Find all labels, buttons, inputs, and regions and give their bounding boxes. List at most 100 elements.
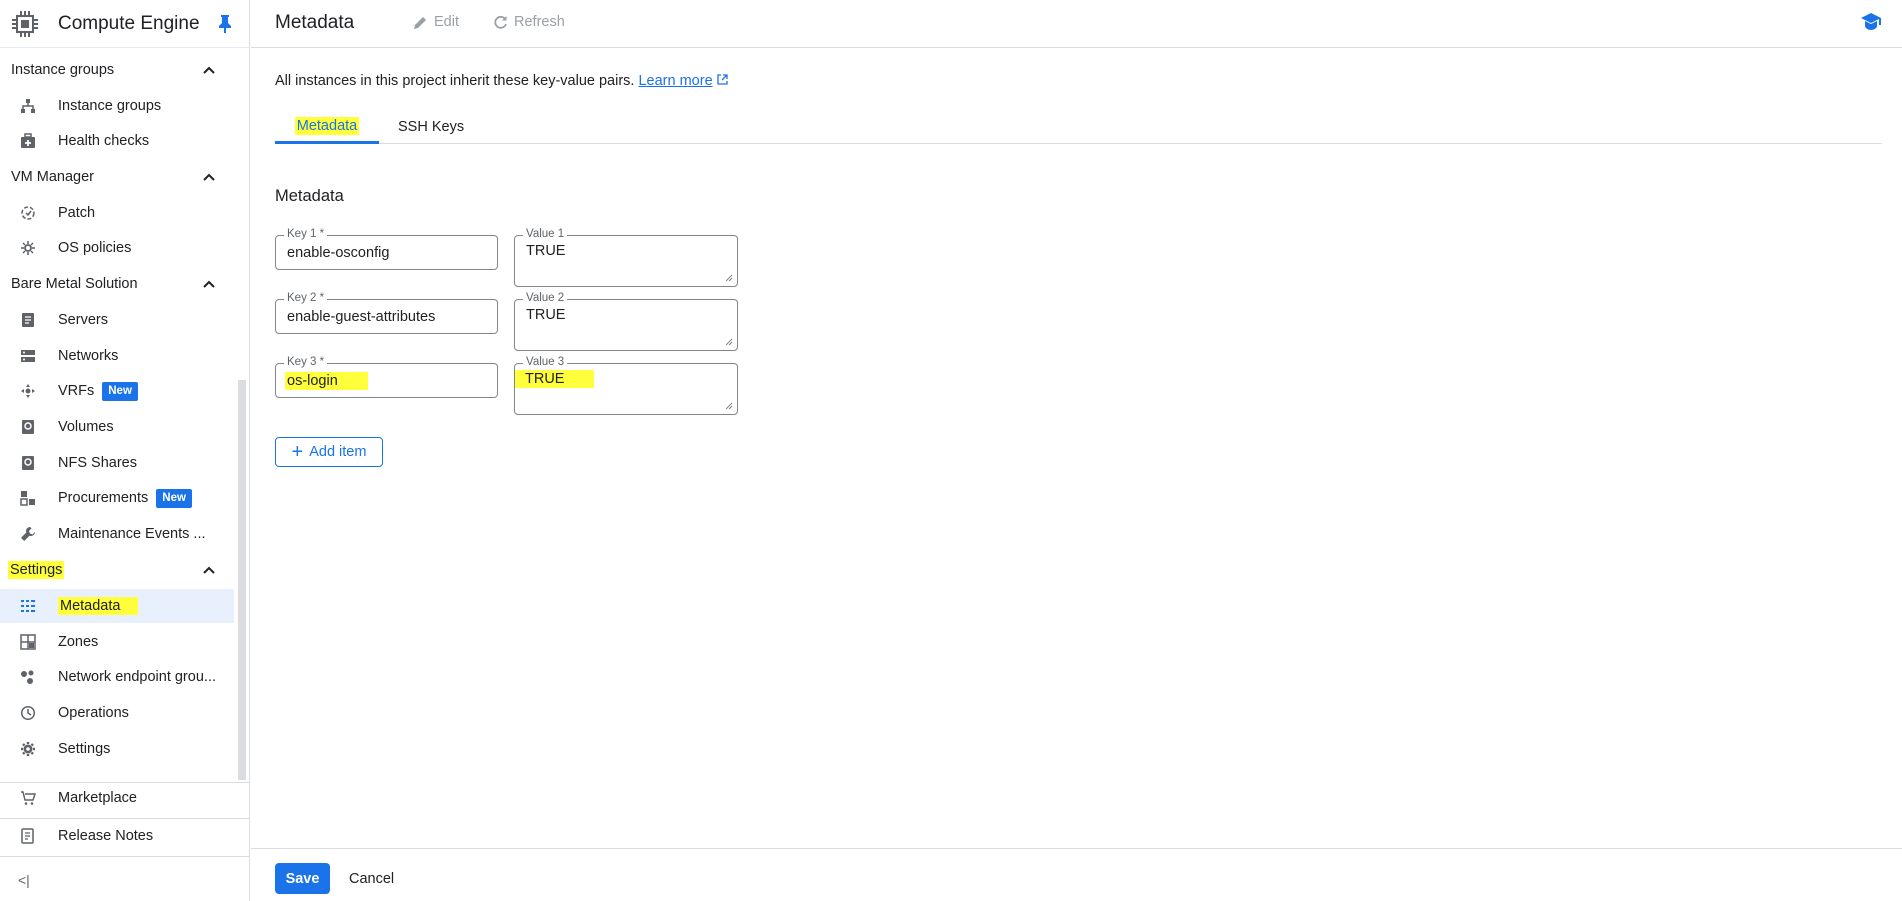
value-1-field[interactable]: Value 1 TRUE	[514, 228, 738, 287]
field-value: TRUE	[515, 370, 595, 388]
school-icon[interactable]	[1860, 12, 1882, 35]
sidebar-item-label: Instance groups	[58, 98, 162, 114]
refresh-button[interactable]: Refresh	[493, 14, 565, 30]
save-button[interactable]: Save	[275, 863, 330, 894]
sidebar-item-settings[interactable]: Settings	[0, 732, 234, 766]
add-item-label: Add item	[309, 444, 367, 460]
refresh-label: Refresh	[514, 14, 565, 30]
sidebar-item-release-notes[interactable]: Release Notes	[0, 819, 234, 853]
field-label: Value 1	[523, 228, 568, 240]
collapse-sidebar-icon[interactable]: <|	[18, 872, 30, 888]
value-2-field[interactable]: Value 2 TRUE	[514, 292, 738, 351]
field-value: os-login	[285, 372, 368, 390]
chevron-up-icon	[203, 280, 215, 288]
external-link-icon	[717, 74, 728, 85]
sidebar-item-marketplace[interactable]: Marketplace	[0, 781, 234, 815]
tab-metadata[interactable]: Metadata	[275, 110, 379, 144]
sidebar-item-metadata[interactable]: Metadata	[0, 589, 234, 623]
section-instance-groups[interactable]: Instance groups	[0, 55, 236, 85]
sidebar-item-network-endpoint-groups[interactable]: Network endpoint grou...	[0, 660, 234, 694]
zones-icon	[18, 632, 38, 652]
sidebar: Compute Engine Instance groups Instance …	[0, 0, 250, 901]
chevron-up-icon	[203, 66, 215, 74]
resize-handle-icon[interactable]	[725, 338, 733, 346]
section-title: Metadata	[275, 187, 344, 205]
wrench-icon	[18, 524, 38, 544]
intro-text: All instances in this project inherit th…	[275, 73, 728, 89]
chevron-up-icon	[203, 173, 215, 181]
edit-button[interactable]: Edit	[413, 14, 459, 30]
learn-more-label: Learn more	[638, 73, 713, 89]
cancel-button[interactable]: Cancel	[349, 863, 394, 894]
add-item-button[interactable]: + Add item	[275, 437, 383, 467]
key-2-field[interactable]: Key 2 * enable-guest-attributes	[275, 292, 498, 334]
sidebar-item-label: Procurements	[58, 490, 149, 506]
section-label: VM Manager	[11, 169, 95, 185]
network-endpoint-icon	[18, 667, 38, 687]
resize-handle-icon[interactable]	[725, 274, 733, 282]
cart-icon	[18, 788, 38, 808]
sidebar-item-label: Patch	[58, 205, 96, 221]
tab-label: SSH Keys	[398, 119, 465, 135]
sidebar-item-label: OS policies	[58, 240, 132, 256]
sidebar-item-label: Operations	[58, 705, 129, 721]
sidebar-item-vrfs[interactable]: VRFs New	[0, 374, 234, 408]
patch-icon	[18, 203, 38, 223]
section-bare-metal-solution[interactable]: Bare Metal Solution	[0, 269, 236, 299]
learn-more-link[interactable]: Learn more	[638, 73, 712, 89]
key-1-field[interactable]: Key 1 * enable-osconfig	[275, 228, 498, 270]
field-value: enable-guest-attributes	[287, 309, 436, 325]
sidebar-item-label: Networks	[58, 348, 119, 364]
field-label: Key 1 *	[284, 228, 328, 240]
pin-icon[interactable]	[216, 14, 234, 34]
networks-icon	[18, 346, 38, 366]
tab-bar: Metadata SSH Keys	[275, 110, 1882, 144]
field-label: Key 2 *	[284, 292, 328, 304]
sidebar-scrollbar[interactable]	[238, 380, 246, 780]
sidebar-item-zones[interactable]: Zones	[0, 625, 234, 659]
sidebar-item-networks[interactable]: Networks	[0, 339, 234, 373]
intro-description: All instances in this project inherit th…	[275, 73, 635, 89]
sidebar-item-volumes[interactable]: Volumes	[0, 410, 234, 444]
plus-icon: +	[291, 441, 304, 463]
new-badge: New	[102, 381, 138, 401]
nfs-shares-icon	[18, 453, 38, 473]
value-3-field[interactable]: Value 3 TRUE	[514, 356, 738, 415]
sidebar-item-health-checks[interactable]: Health checks	[0, 124, 234, 158]
key-3-field[interactable]: Key 3 * os-login	[275, 356, 498, 398]
sidebar-item-operations[interactable]: Operations	[0, 696, 234, 730]
section-vm-manager[interactable]: VM Manager	[0, 162, 236, 192]
sidebar-item-patch[interactable]: Patch	[0, 196, 234, 230]
resize-handle-icon[interactable]	[725, 402, 733, 410]
sidebar-item-label: Settings	[58, 741, 111, 757]
sidebar-item-servers[interactable]: Servers	[0, 303, 234, 337]
tab-ssh-keys[interactable]: SSH Keys	[398, 110, 464, 144]
sidebar-item-nfs-shares[interactable]: NFS Shares	[0, 446, 234, 480]
field-value: TRUE	[526, 307, 566, 323]
sidebar-item-label: Health checks	[58, 133, 150, 149]
servers-icon	[18, 310, 38, 330]
sidebar-nav: Instance groups Instance groups Health c…	[0, 50, 250, 780]
compute-engine-logo-icon	[10, 9, 40, 39]
section-label: Instance groups	[11, 62, 115, 78]
sidebar-item-label: Metadata	[58, 597, 139, 615]
sidebar-item-label: NFS Shares	[58, 455, 137, 471]
sidebar-item-os-policies[interactable]: OS policies	[0, 231, 234, 265]
sidebar-item-instance-groups[interactable]: Instance groups	[0, 89, 234, 123]
field-value: enable-osconfig	[287, 245, 390, 261]
procurements-icon	[18, 488, 38, 508]
refresh-icon	[494, 15, 507, 29]
footer: Save Cancel	[251, 848, 1902, 901]
page-title: Metadata	[275, 12, 355, 33]
sidebar-item-procurements[interactable]: Procurements New	[0, 481, 234, 515]
edit-label: Edit	[434, 14, 459, 30]
sidebar-item-maintenance-events[interactable]: Maintenance Events ...	[0, 517, 234, 551]
clock-icon	[18, 703, 38, 723]
field-label: Key 3 *	[284, 356, 328, 368]
app-title: Compute Engine	[58, 12, 200, 34]
sidebar-item-label: Release Notes	[58, 828, 154, 844]
tab-label: Metadata	[294, 116, 360, 135]
sidebar-item-label: Maintenance Events ...	[58, 526, 206, 542]
section-settings[interactable]: Settings	[0, 555, 236, 585]
field-value: TRUE	[526, 243, 566, 259]
